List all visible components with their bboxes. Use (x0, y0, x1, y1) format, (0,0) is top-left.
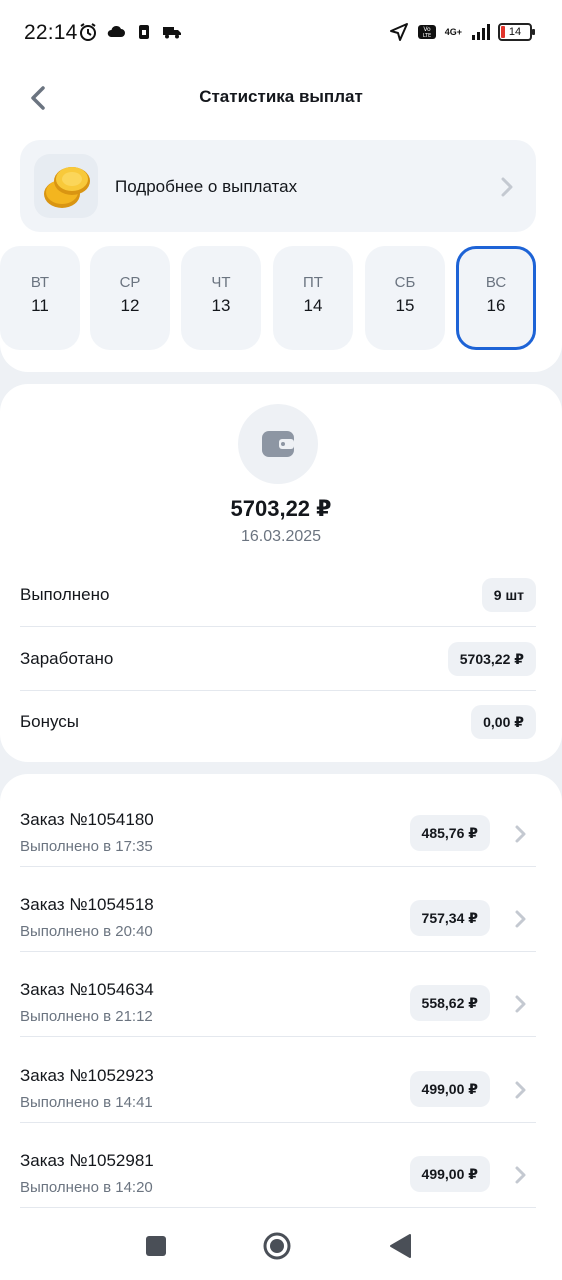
order-completed-time: Выполнено в 14:41 (20, 1094, 153, 1111)
order-item[interactable]: Заказ №1054518 Выполнено в 20:40 757,34 … (20, 867, 536, 952)
svg-text:Vo: Vo (423, 26, 431, 33)
day-name: ПТ (303, 274, 323, 291)
chevron-right-icon (515, 910, 526, 928)
day-name: СР (119, 274, 141, 291)
cloud-icon (107, 25, 125, 37)
order-amount: 558,62 ₽ (409, 985, 490, 1021)
order-item[interactable]: Заказ №1052923 Выполнено в 14:41 499,00 … (20, 1038, 536, 1123)
day-sun-selected[interactable]: ВС 16 (456, 246, 536, 350)
system-nav-bar (0, 1212, 562, 1280)
stat-value: 9 шт (481, 578, 536, 612)
order-item[interactable]: Заказ №1054180 Выполнено в 17:35 485,76 … (20, 782, 536, 867)
total-date: 16.03.2025 (240, 528, 322, 545)
square-icon (146, 1236, 166, 1256)
truck-icon (163, 27, 181, 39)
day-name: ВТ (30, 274, 50, 291)
day-name: ВС (485, 274, 507, 291)
back-nav-button[interactable] (384, 1230, 416, 1262)
home-button[interactable] (261, 1230, 293, 1262)
recents-button[interactable] (140, 1230, 172, 1262)
chevron-right-icon (501, 177, 513, 197)
stat-label: Выполнено (20, 585, 110, 604)
day-number: 14 (303, 296, 323, 315)
stat-label: Бонусы (20, 712, 80, 731)
order-amount: 499,00 ₽ (409, 1071, 490, 1107)
day-name: ЧТ (211, 274, 231, 291)
order-item[interactable]: Заказ №1054634 Выполнено в 21:12 558,62 … (20, 952, 536, 1037)
order-title: Заказ №1054518 (20, 895, 154, 914)
order-title: Заказ №1054634 (20, 980, 154, 999)
signal-icon (472, 24, 490, 40)
day-fri[interactable]: ПТ 14 (273, 246, 353, 350)
day-wed[interactable]: СР 12 (90, 246, 170, 350)
volte-icon: VoLTE (417, 25, 436, 39)
home-circle-icon (263, 1232, 291, 1260)
payout-details-card[interactable]: Подробнее о выплатах (20, 140, 536, 232)
order-completed-time: Выполнено в 20:40 (20, 923, 153, 940)
chevron-right-icon (515, 1081, 526, 1099)
coin-icon (34, 154, 98, 218)
order-title: Заказ №1052923 (20, 1066, 154, 1085)
chevron-right-icon (515, 995, 526, 1013)
chevron-right-icon (515, 1166, 526, 1184)
triangle-back-icon (390, 1234, 411, 1258)
stat-value: 5703,22 ₽ (447, 642, 536, 676)
stat-value: 0,00 ₽ (471, 705, 536, 739)
day-number: 16 (486, 296, 506, 315)
stat-row-completed: Выполнено 9 шт (20, 563, 536, 627)
page-title: Статистика выплат (199, 87, 363, 106)
day-number: 13 (211, 296, 231, 315)
network-type: 4G+ (444, 26, 462, 37)
order-amount: 499,00 ₽ (409, 1156, 490, 1192)
order-completed-time: Выполнено в 14:20 (20, 1179, 153, 1196)
order-completed-time: Выполнено в 17:35 (20, 838, 153, 855)
day-thu[interactable]: ЧТ 13 (181, 246, 261, 350)
svg-text:LTE: LTE (423, 33, 431, 39)
alarm-icon (80, 23, 96, 41)
header: Статистика выплат (0, 70, 562, 126)
battery-icon: 14 (498, 23, 535, 41)
payout-details-label: Подробнее о выплатах (115, 177, 298, 196)
battery-level: 14 (508, 26, 522, 38)
order-amount: 757,34 ₽ (409, 900, 490, 936)
day-name: СБ (394, 274, 416, 291)
day-sat[interactable]: СБ 15 (365, 246, 445, 350)
wallet-icon (238, 404, 318, 484)
day-number: 15 (395, 296, 415, 315)
order-amount: 485,76 ₽ (409, 815, 490, 851)
order-title: Заказ №1052981 (20, 1151, 154, 1170)
stat-row-bonuses: Бонусы 0,00 ₽ (20, 690, 536, 754)
chevron-right-icon (515, 825, 526, 843)
sim-icon (139, 25, 149, 39)
orders-list: Заказ №1054180 Выполнено в 17:35 485,76 … (0, 774, 562, 1280)
summary-card: 5703,22 ₽ 16.03.2025 Выполнено 9 шт Зара… (0, 384, 562, 762)
total-amount: 5703,22 ₽ (230, 496, 332, 521)
status-time: 22:14 (24, 21, 78, 44)
order-completed-time: Выполнено в 21:12 (20, 1008, 153, 1025)
stat-label: Заработано (20, 649, 114, 668)
order-title: Заказ №1054180 (20, 810, 154, 829)
order-item[interactable]: Заказ №1052981 Выполнено в 14:20 499,00 … (20, 1123, 536, 1208)
stat-row-earned: Заработано 5703,22 ₽ (20, 627, 536, 691)
day-number: 11 (31, 296, 49, 315)
top-panel: 22:14 Vo LTE 4G+ 14 Статистика выплат По… (0, 0, 562, 372)
day-tue[interactable]: ВТ 11 (0, 246, 80, 350)
status-bar: 22:14 Vo LTE 4G+ 14 (0, 0, 562, 66)
day-selector: ВТ 11 СР 12 ЧТ 13 ПТ 14 СБ 15 ВС 16 (0, 246, 562, 350)
day-number: 12 (120, 296, 140, 315)
location-icon (389, 23, 408, 41)
